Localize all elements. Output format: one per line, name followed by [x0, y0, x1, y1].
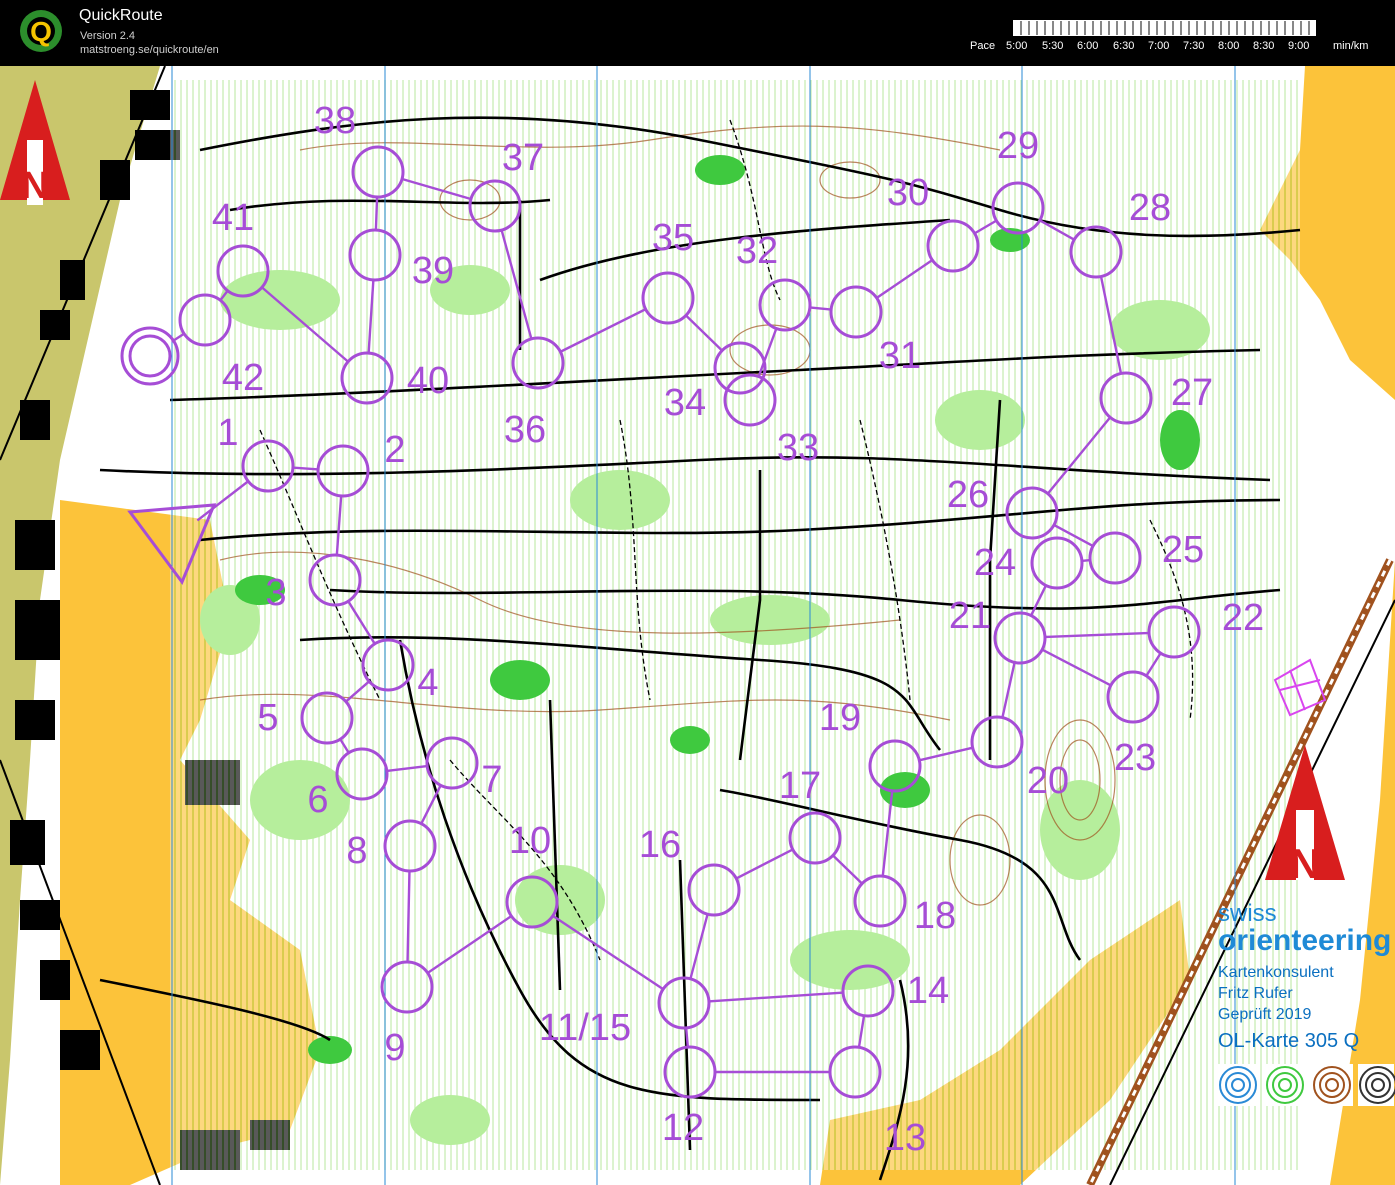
- control-number: 23: [1114, 737, 1156, 779]
- course-leg: [374, 197, 379, 230]
- pace-tick: 5:30: [1042, 40, 1064, 52]
- pace-tick: 9:00: [1288, 40, 1310, 52]
- control-number: 18: [914, 895, 956, 937]
- legend-color-swatches: [1217, 1064, 1395, 1106]
- control-number: 6: [307, 779, 328, 821]
- pace-tick: 8:30: [1253, 40, 1275, 52]
- control-number: 31: [879, 335, 921, 377]
- control-number: 28: [1129, 187, 1171, 229]
- control-number: 26: [947, 474, 989, 516]
- control-number: 32: [736, 230, 778, 272]
- pace-scale-bar: [1013, 20, 1316, 36]
- legend-consultant-name: Fritz Rufer: [1218, 985, 1293, 1002]
- control-number: 1: [217, 412, 238, 454]
- control-number: 8: [346, 830, 367, 872]
- orienteering-map[interactable]: N N 1 23456 7891011/1512 1314161718192021 22…: [0, 66, 1395, 1185]
- control-number: 29: [997, 125, 1039, 167]
- swatch-blue-icon: [1217, 1064, 1259, 1106]
- legend-map-id: OL-Karte 305 Q: [1218, 1030, 1360, 1052]
- control-number: 41: [212, 197, 254, 239]
- control-number: 13: [884, 1117, 926, 1159]
- control-number: 24: [974, 542, 1016, 584]
- control-number: 27: [1171, 372, 1213, 414]
- pace-tick: 8:00: [1218, 40, 1240, 52]
- control-number: 34: [664, 382, 706, 424]
- svg-text:N: N: [21, 165, 48, 207]
- control-number: 5: [257, 697, 278, 739]
- legend-consultant-title: Kartenkonsulent: [1218, 964, 1334, 981]
- control-number: 35: [652, 217, 694, 259]
- control-number: 38: [314, 100, 356, 142]
- control-number: 42: [222, 357, 264, 399]
- control-number: 20: [1027, 760, 1069, 802]
- pace-tick: 6:30: [1113, 40, 1135, 52]
- control-number: 22: [1222, 597, 1264, 639]
- control-number: 9: [384, 1027, 405, 1069]
- app-header: Q QuickRoute Version 2.4 matstroeng.se/q…: [0, 0, 1395, 66]
- app-url[interactable]: matstroeng.se/quickroute/en: [80, 44, 219, 56]
- quickroute-logo-icon: Q: [20, 10, 62, 52]
- pace-tick: 5:00: [1006, 40, 1028, 52]
- control-number: 16: [639, 824, 681, 866]
- control-number: 30: [887, 172, 929, 214]
- svg-text:N: N: [1290, 840, 1320, 887]
- pace-tick: 6:00: [1077, 40, 1099, 52]
- control-number: 2: [384, 429, 405, 471]
- course-leg: [293, 466, 318, 471]
- pace-unit: min/km: [1333, 40, 1369, 52]
- control-number: 36: [504, 409, 546, 451]
- control-number: 40: [407, 360, 449, 402]
- svg-text:Q: Q: [30, 16, 52, 47]
- control-number: 7: [481, 759, 502, 801]
- control-number: 39: [412, 250, 454, 292]
- control-number: 19: [819, 697, 861, 739]
- app-version: Version 2.4: [80, 30, 136, 42]
- control-number: 25: [1162, 529, 1204, 571]
- swatch-green-icon: [1264, 1064, 1306, 1106]
- legend-checked: Geprüft 2019: [1218, 1006, 1312, 1023]
- control-number: 12: [662, 1107, 704, 1149]
- control-number: 21: [949, 595, 991, 637]
- app-title: QuickRoute: [79, 7, 163, 24]
- control-number: 33: [777, 427, 819, 469]
- course-leg: [1082, 559, 1090, 562]
- pace-label: Pace: [970, 40, 996, 52]
- pace-tick: 7:00: [1148, 40, 1170, 52]
- legend-brand-line2: orienteering: [1218, 924, 1392, 957]
- control-number: 14: [907, 970, 949, 1012]
- control-number: 10: [509, 820, 551, 862]
- control-number: 3: [265, 572, 286, 614]
- course-leg: [685, 1028, 689, 1047]
- control-number: 17: [779, 765, 821, 807]
- pace-tick: 7:30: [1183, 40, 1205, 52]
- control-number: 37: [502, 137, 544, 179]
- swatch-black-icon: [1358, 1064, 1395, 1106]
- swatch-brown-icon: [1311, 1064, 1353, 1106]
- control-number: 4: [417, 662, 438, 704]
- control-number: 11/15: [539, 1007, 631, 1049]
